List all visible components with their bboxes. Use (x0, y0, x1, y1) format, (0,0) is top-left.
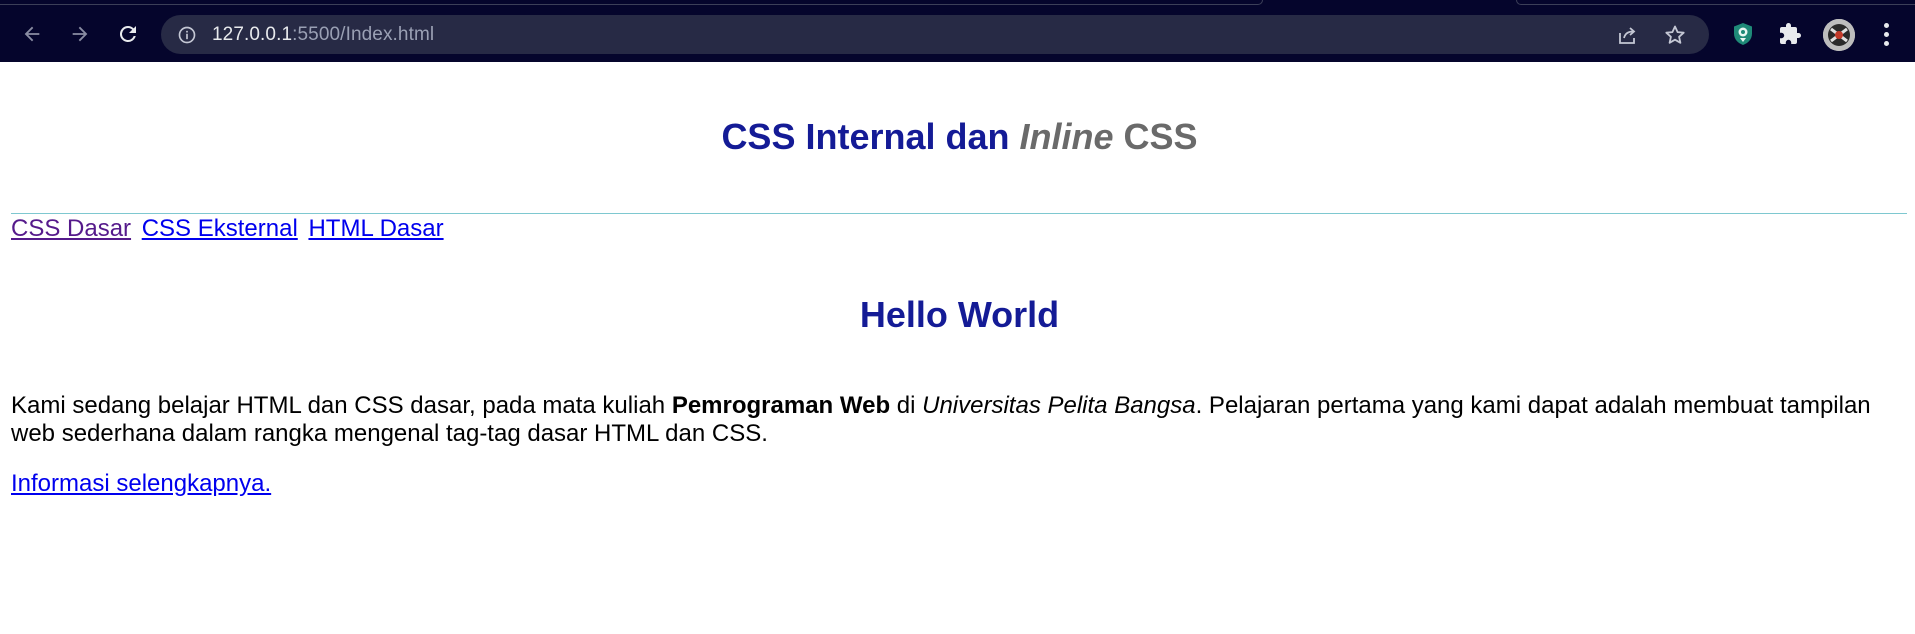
avatar-image (1823, 19, 1855, 51)
puzzle-icon (1780, 23, 1801, 44)
nav-link-css-eksternal[interactable]: CSS Eksternal (142, 215, 298, 242)
site-info-button[interactable] (176, 24, 198, 46)
reload-button[interactable] (110, 16, 146, 52)
share-button[interactable] (1615, 23, 1639, 47)
arrow-right-icon (72, 26, 88, 42)
arrow-left-icon (24, 26, 40, 42)
back-button[interactable] (14, 16, 50, 52)
intro-paragraph: Kami sedang belajar HTML dan CSS dasar, … (11, 392, 1896, 448)
tab-edge (1516, 0, 1915, 5)
info-icon (178, 26, 196, 44)
extensions-button[interactable] (1777, 21, 1803, 47)
bookmark-button[interactable] (1663, 23, 1687, 47)
horizontal-rule (11, 213, 1907, 214)
page-title-suffix: CSS (1113, 116, 1198, 157)
shield-extension-icon (1734, 23, 1752, 45)
page-title-inline: Inline CSS (1020, 116, 1198, 157)
page-title-main: CSS Internal dan (721, 116, 1020, 157)
extension-shield-button[interactable] (1730, 21, 1756, 47)
more-vert-icon (1883, 22, 1889, 28)
web-page: CSS Internal dan Inline CSS CSS Dasar CS… (0, 62, 1915, 634)
paragraph-bold: Pemrograman Web (671, 392, 891, 419)
page-title-italic: Inline (1019, 116, 1114, 157)
profile-avatar[interactable] (1823, 19, 1855, 51)
tab-edge (0, 0, 1263, 5)
url-text[interactable]: 127.0.0.1:5500/Index.html (212, 25, 434, 45)
reload-icon (119, 25, 136, 42)
address-bar[interactable]: 127.0.0.1:5500/Index.html (161, 15, 1709, 54)
tab-strip (0, 0, 1915, 5)
nav-link-html-dasar[interactable]: HTML Dasar (308, 215, 443, 242)
url-path: :5500/Index.html (292, 24, 435, 45)
url-host: 127.0.0.1 (212, 24, 293, 45)
page-title: CSS Internal dan Inline CSS (0, 116, 1915, 158)
more-vert-icon (1883, 40, 1889, 46)
share-icon (1619, 27, 1636, 44)
nav-links: CSS Dasar CSS Eksternal HTML Dasar (11, 215, 448, 243)
paragraph-italic: Universitas Pelita Bangsa (922, 392, 1196, 419)
more-info-link[interactable]: Informasi selengkapnya. (11, 470, 271, 498)
browser-toolbar: 127.0.0.1:5500/Index.html (0, 0, 1915, 62)
paragraph-text: di (890, 392, 923, 419)
paragraph-text: Kami sedang belajar HTML dan CSS dasar, … (11, 392, 672, 419)
browser-menu-button[interactable] (1874, 19, 1898, 49)
nav-link-css-dasar[interactable]: CSS Dasar (11, 215, 131, 242)
forward-button[interactable] (62, 16, 98, 52)
section-heading: Hello World (859, 294, 1060, 335)
more-vert-icon (1883, 31, 1889, 37)
star-icon (1665, 25, 1685, 44)
